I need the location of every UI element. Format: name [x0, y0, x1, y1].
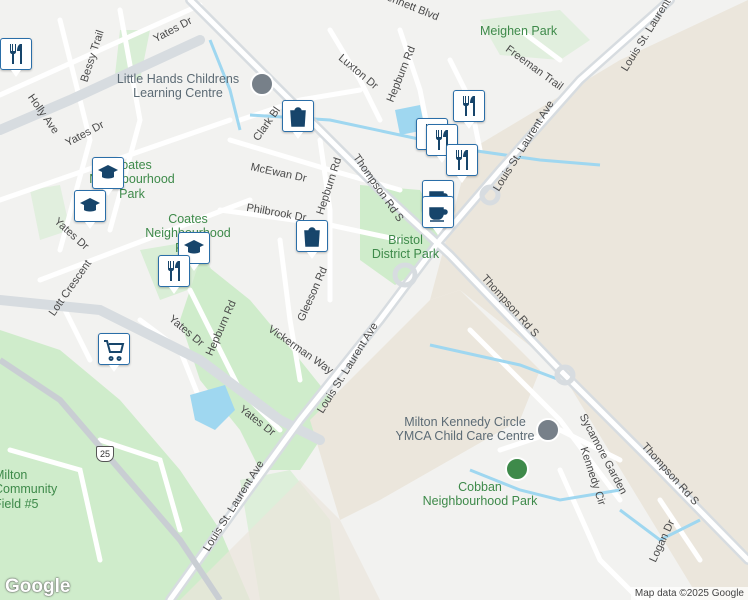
map-canvas[interactable]: Yates Dr Yates Dr Yates Dr Yates Dr Yate…: [0, 0, 748, 600]
park-tree-icon[interactable]: [505, 457, 529, 481]
restaurant-icon: [456, 150, 468, 170]
shopping-cart-icon: [104, 340, 125, 361]
school-pin[interactable]: [92, 157, 124, 196]
shopping-pin[interactable]: [282, 100, 314, 139]
park-label-meighen[interactable]: Meighen Park: [480, 24, 557, 38]
restaurant-pin[interactable]: [0, 38, 32, 77]
school-pin[interactable]: [74, 190, 106, 229]
restaurant-icon: [10, 44, 22, 64]
cafe-icon: [429, 207, 448, 222]
park-label-cobban[interactable]: Cobban Neighbourhood Park: [420, 480, 540, 509]
shopping-bag-icon: [290, 107, 306, 127]
grocery-pin[interactable]: [98, 333, 130, 372]
park-label-bristol[interactable]: Bristol District Park: [368, 233, 443, 262]
google-logo: Google: [5, 576, 71, 597]
cafe-pin[interactable]: [422, 196, 454, 235]
school-dot-icon[interactable]: [250, 72, 274, 96]
map-attribution: Map data ©2025 Google: [630, 587, 748, 600]
park-label-community-field[interactable]: Milton Community Field #5: [0, 468, 57, 511]
shopping-pin[interactable]: [296, 220, 328, 259]
school-icon: [98, 165, 118, 179]
restaurant-pin[interactable]: [453, 90, 485, 129]
school-icon: [80, 198, 100, 212]
restaurant-icon: [168, 261, 180, 281]
restaurant-pin[interactable]: [158, 255, 190, 294]
shopping-bag-icon: [304, 227, 320, 247]
restaurant-pin[interactable]: [446, 144, 478, 183]
highway-shield-25: 25: [96, 446, 114, 462]
poi-label-ymca[interactable]: Milton Kennedy Circle YMCA Child Care Ce…: [390, 415, 540, 444]
poi-label-little-hands[interactable]: Little Hands Childrens Learning Centre: [108, 72, 248, 101]
restaurant-icon: [463, 96, 475, 116]
childcare-dot-icon[interactable]: [536, 418, 560, 442]
